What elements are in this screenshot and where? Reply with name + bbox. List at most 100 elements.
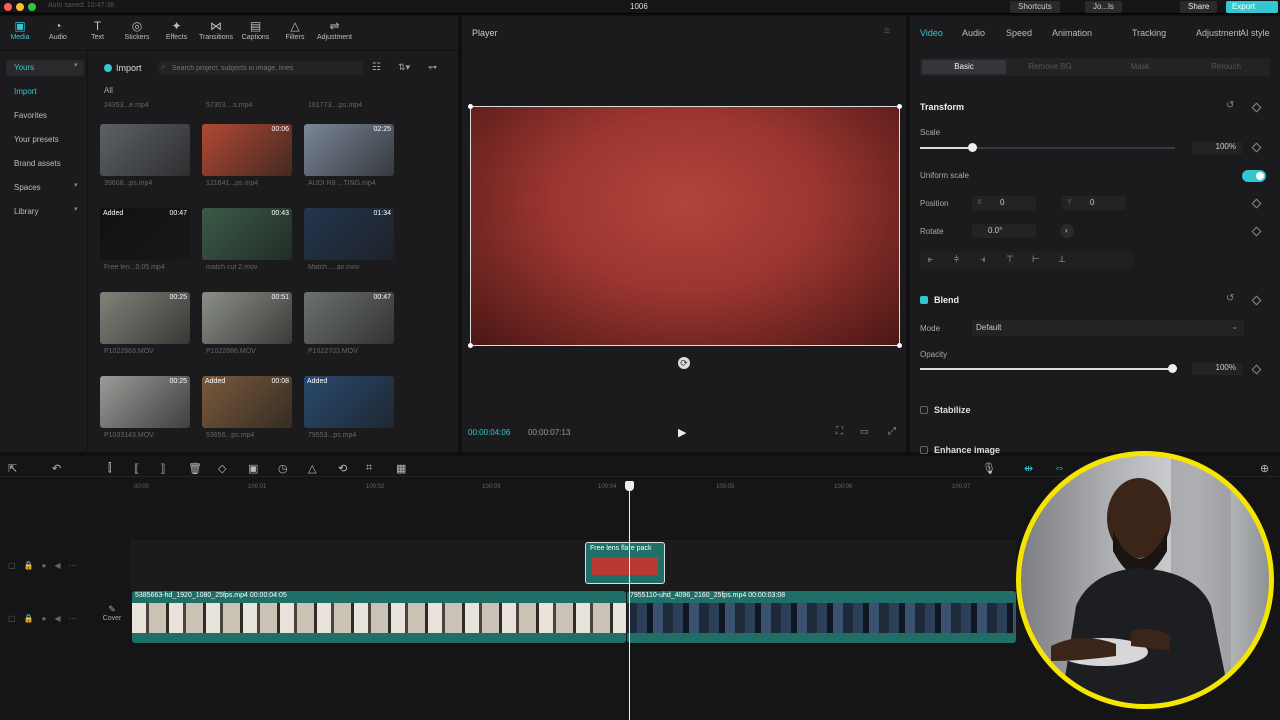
grid-view-icon[interactable]: ☷	[372, 62, 381, 73]
uniform-scale-toggle[interactable]	[1242, 170, 1266, 182]
share-button[interactable]: Share	[1180, 1, 1218, 13]
keyframe-icon[interactable]	[1251, 198, 1262, 209]
overlay-track-controls[interactable]: ▢🔒●◀⋯	[8, 561, 85, 570]
marker-icon[interactable]: ◇	[218, 462, 226, 475]
media-thumbnail[interactable]: 00:06	[202, 124, 292, 176]
keyframe-icon[interactable]	[1251, 364, 1262, 375]
tab-audio[interactable]: Audio	[962, 28, 985, 38]
zoom-fit-icon[interactable]: ⊕	[1260, 462, 1269, 475]
toolbar-media-button[interactable]: ▣ Media	[0, 18, 40, 48]
subtab-remove-bg[interactable]: Remove BG	[1008, 60, 1092, 74]
magnet-icon[interactable]: ⇔	[1054, 462, 1065, 474]
select-tool-icon[interactable]: ⇱	[8, 462, 17, 475]
toolbar-adjustment-button[interactable]: ⇌ Adjustment	[315, 18, 355, 48]
align-center-icon[interactable]: ⫩	[954, 254, 959, 265]
media-thumbnail[interactable]: 00:25	[100, 376, 190, 428]
rotate-icon[interactable]: ⟲	[338, 462, 347, 475]
align-top-icon[interactable]: ⊤	[1006, 254, 1014, 265]
close-window-button[interactable]	[4, 3, 12, 11]
media-thumbnail[interactable]: 00:47	[304, 292, 394, 344]
blend-mode-select[interactable]: Default ⌄	[972, 320, 1244, 336]
align-left-icon[interactable]: ⫦	[928, 254, 933, 265]
keyframe-icon[interactable]	[1251, 295, 1262, 306]
tab-speed[interactable]: Speed	[1006, 28, 1032, 38]
resize-handle[interactable]	[897, 104, 902, 109]
keyframe-icon[interactable]	[1251, 226, 1262, 237]
minimize-window-button[interactable]	[16, 3, 24, 11]
video-clip-2[interactable]: 7955110-uhd_4096_2160_25fps.mp4 00:00:03…	[627, 591, 1016, 643]
opacity-value[interactable]: 100%	[1192, 363, 1242, 375]
tab-video[interactable]: Video	[920, 28, 943, 38]
media-thumbnail[interactable]: 00:51	[202, 292, 292, 344]
all-filter-label[interactable]: All	[104, 86, 113, 95]
playhead-handle[interactable]	[625, 481, 634, 491]
scale-value[interactable]: 100%	[1192, 142, 1242, 154]
align-middle-icon[interactable]: ⊢	[1032, 254, 1040, 265]
position-x-field[interactable]: X 0	[972, 196, 1036, 210]
tab-animation[interactable]: Animation	[1052, 28, 1092, 38]
chevron-down-icon[interactable]: ▾	[74, 61, 78, 69]
resize-handle[interactable]	[468, 104, 473, 109]
sidebar-item-spaces[interactable]: Spaces	[6, 180, 84, 196]
playhead[interactable]	[629, 486, 630, 720]
video-preview[interactable]	[468, 104, 902, 348]
play-button-icon[interactable]: ▶	[678, 426, 686, 439]
import-button[interactable]: Import	[102, 61, 152, 75]
media-thumbnail[interactable]: 00:08 Added	[202, 376, 292, 428]
keyframe-icon[interactable]	[1251, 142, 1262, 153]
opacity-slider-handle[interactable]	[1168, 364, 1177, 373]
main-track-controls[interactable]: ▢🔒●◀⋯	[8, 614, 85, 623]
media-thumbnail[interactable]: 01:34	[304, 208, 394, 260]
media-thumbnail[interactable]	[100, 124, 190, 176]
overlay-clip[interactable]: Free lens flare pack	[585, 542, 665, 584]
toolbar-text-button[interactable]: T Text	[78, 18, 118, 48]
keyframe-icon[interactable]	[1251, 102, 1262, 113]
subtab-retouch[interactable]: Retouch	[1184, 60, 1268, 74]
link-icon[interactable]: ⇹	[1024, 462, 1033, 475]
video-clip-1[interactable]: 5385663-hd_1920_1080_25fps.mp4 00:00:04:…	[132, 591, 626, 643]
sidebar-item-brand-assets[interactable]: Brand assets	[6, 156, 84, 172]
rotate-value[interactable]: 0.0°	[972, 224, 1036, 238]
fullscreen-icon[interactable]: ⤢	[888, 426, 896, 437]
toolbar-effects-button[interactable]: ✦ Effects	[157, 18, 197, 48]
fit-icon[interactable]: ⛶	[836, 426, 843, 437]
resize-handle[interactable]	[468, 343, 473, 348]
sidebar-item-your-presets[interactable]: Your presets	[6, 132, 84, 148]
media-search-input[interactable]	[158, 61, 363, 75]
media-thumbnail[interactable]: 02:25	[304, 124, 394, 176]
sort-icon[interactable]: ⇅▾	[398, 62, 410, 73]
media-thumbnail[interactable]: 00:25	[100, 292, 190, 344]
rotate-dial-icon[interactable]: ◐	[1060, 224, 1074, 238]
chevron-down-icon[interactable]: ▾	[74, 205, 78, 213]
speed-icon[interactable]: ◷	[278, 462, 288, 475]
resize-handle[interactable]	[897, 343, 902, 348]
user-account-button[interactable]: Jo...ls	[1085, 1, 1122, 13]
mirror-icon[interactable]: △	[308, 462, 316, 475]
chevron-down-icon[interactable]: ▾	[74, 181, 78, 189]
scale-slider-handle[interactable]	[968, 143, 977, 152]
blend-checkbox[interactable]	[920, 296, 928, 304]
shortcuts-button[interactable]: Shortcuts	[1010, 1, 1060, 13]
media-thumbnail[interactable]: 00:43	[202, 208, 292, 260]
align-right-icon[interactable]: ⫣	[980, 254, 985, 265]
subtab-mask[interactable]: Mask	[1098, 60, 1182, 74]
opacity-slider[interactable]	[920, 368, 1175, 370]
ai-tool-icon[interactable]: ▦	[396, 462, 406, 475]
reset-icon[interactable]: ↺	[1226, 293, 1234, 304]
toolbar-captions-button[interactable]: ▤ Captions	[236, 18, 276, 48]
export-button[interactable]: Export	[1226, 1, 1278, 13]
zoom-window-button[interactable]	[28, 3, 36, 11]
mic-icon[interactable]: 🎙	[982, 462, 996, 475]
freeze-icon[interactable]: ▣	[248, 462, 258, 475]
ratio-icon[interactable]: ▭	[860, 426, 869, 437]
split-right-icon[interactable]: ⟧	[160, 462, 165, 475]
player-menu-icon[interactable]: ≡	[884, 26, 890, 37]
tab-adjustment[interactable]: Adjustment	[1196, 28, 1241, 38]
tab-ai-style[interactable]: AI style	[1240, 28, 1270, 38]
delete-icon[interactable]: 🗑	[188, 462, 202, 475]
crop-icon[interactable]: ⌗	[366, 462, 372, 475]
reset-icon[interactable]: ↺	[1226, 100, 1234, 111]
rotate-handle-icon[interactable]: ⟳	[678, 357, 690, 369]
stabilize-checkbox[interactable]	[920, 406, 928, 414]
tab-tracking[interactable]: Tracking	[1132, 28, 1166, 38]
